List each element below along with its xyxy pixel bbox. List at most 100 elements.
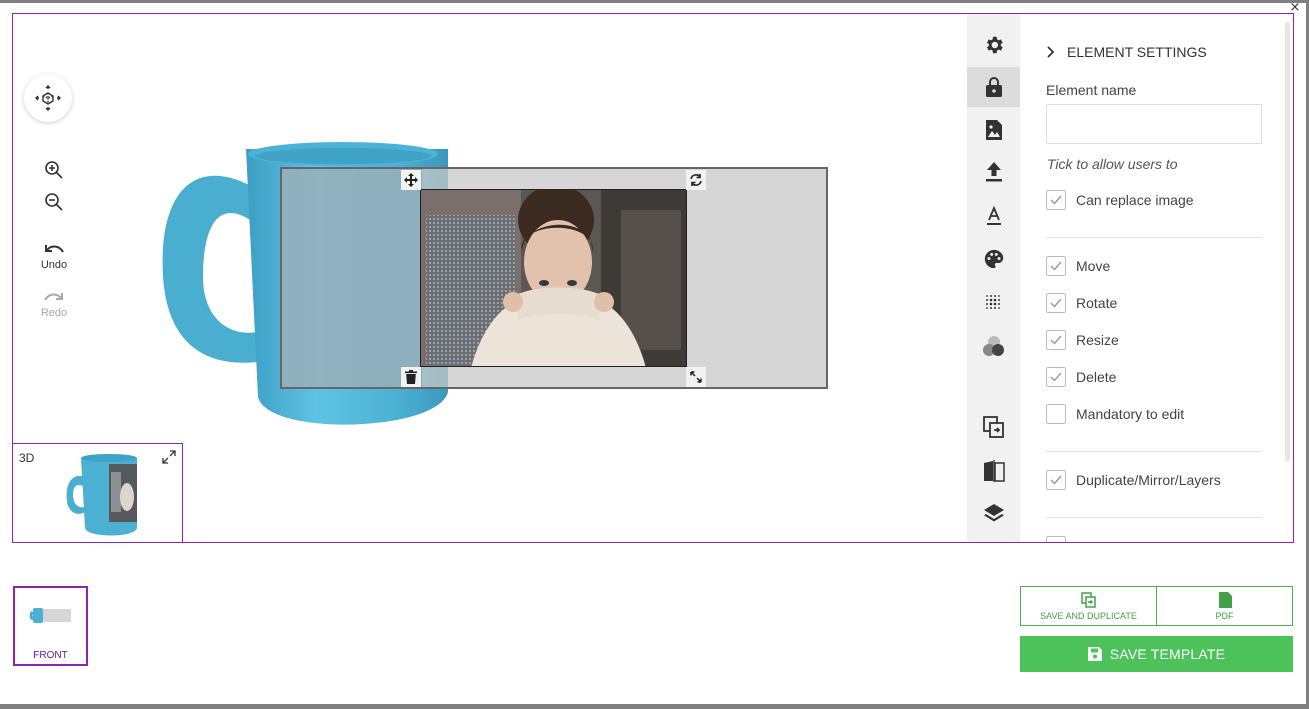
move-checkbox[interactable] — [1046, 256, 1066, 276]
element-settings-header[interactable]: ELEMENT SETTINGS — [1046, 44, 1207, 60]
layers-icon — [983, 504, 1004, 522]
zoom-out-icon — [45, 193, 63, 211]
delete-option[interactable]: Delete — [1046, 367, 1116, 387]
pdf-file-icon — [1218, 591, 1232, 608]
trash-icon — [405, 370, 417, 384]
rotate-handle[interactable] — [686, 170, 706, 190]
delete-handle[interactable] — [401, 367, 421, 387]
tab-image[interactable] — [967, 110, 1020, 150]
redo-icon — [44, 293, 63, 301]
check-icon — [1050, 335, 1062, 345]
rotate-label: Rotate — [1076, 295, 1118, 311]
duplicate-mirror-layers-checkbox[interactable] — [1046, 470, 1066, 490]
delete-label: Delete — [1076, 369, 1117, 385]
halftone-icon — [985, 295, 1000, 309]
resize-option[interactable]: Resize — [1046, 330, 1119, 350]
rotate-icon — [690, 174, 702, 186]
duplicate-mirror-layers-option[interactable]: Duplicate/Mirror/Layers — [1046, 470, 1221, 490]
move-option[interactable]: Move — [1046, 256, 1110, 276]
placed-photo[interactable] — [420, 189, 687, 367]
element-name-input[interactable] — [1046, 104, 1262, 144]
check-icon — [1050, 475, 1062, 485]
resize-checkbox[interactable] — [1046, 330, 1066, 350]
save-and-duplicate-button[interactable]: SAVE AND DUPLICATE — [1020, 586, 1157, 626]
save-template-button[interactable]: SAVE TEMPLATE — [1020, 636, 1293, 672]
tab-permissions[interactable] — [967, 67, 1020, 107]
palette-icon — [984, 249, 1003, 269]
mandatory-to-edit-label: Mandatory to edit — [1076, 406, 1185, 422]
tab-text-color[interactable] — [967, 196, 1020, 236]
3d-preview-panel[interactable]: 3D — [13, 443, 183, 542]
undo-label: Undo — [40, 259, 68, 271]
divider — [1046, 451, 1262, 452]
chevron-right-icon — [1047, 46, 1055, 58]
mandatory-to-edit-option[interactable]: Mandatory to edit — [1046, 404, 1184, 424]
page-thumbnail-front[interactable]: FRONT — [13, 586, 88, 666]
resize-label: Resize — [1076, 332, 1119, 348]
can-replace-image-label: Can replace image — [1076, 192, 1194, 208]
resize-icon — [690, 371, 702, 383]
tab-duplicate[interactable] — [967, 407, 1020, 447]
rotate-checkbox[interactable] — [1046, 293, 1066, 313]
tab-halftone[interactable] — [967, 283, 1020, 323]
mandatory-to-edit-checkbox[interactable] — [1046, 404, 1066, 424]
tab-mirror[interactable] — [967, 451, 1020, 491]
settings-scrollbar[interactable] — [1285, 22, 1290, 462]
save-and-duplicate-label: SAVE AND DUPLICATE — [1040, 610, 1137, 621]
mirror-icon — [983, 460, 1005, 482]
designer-modal: × Undo Redo 3D ELEMENT SETTINGS Element … — [0, 1, 1306, 704]
duplicate-icon — [982, 416, 1004, 438]
color-circles-icon — [982, 336, 1004, 356]
3d-view-button[interactable] — [24, 74, 72, 122]
tab-general-settings[interactable] — [967, 25, 1020, 65]
gear-icon — [986, 36, 1003, 54]
tab-palette[interactable] — [967, 239, 1020, 279]
rotate-option[interactable]: Rotate — [1046, 293, 1117, 313]
partial-option[interactable] — [1046, 536, 1076, 542]
settings-tab-bar — [967, 14, 1020, 542]
3d-mug-preview-image — [66, 454, 137, 536]
zoom-out-button[interactable] — [42, 192, 66, 212]
floppy-disk-icon — [1087, 647, 1102, 661]
tab-color-filters[interactable] — [967, 326, 1020, 366]
front-page-preview — [29, 608, 71, 623]
redo-label: Redo — [40, 307, 68, 319]
print-area-shading — [282, 169, 422, 387]
tab-layers[interactable] — [967, 494, 1020, 534]
lock-icon — [985, 77, 1002, 97]
check-icon — [1050, 195, 1062, 205]
undo-button[interactable]: Undo — [37, 242, 71, 271]
check-icon — [1050, 298, 1062, 308]
delete-checkbox[interactable] — [1046, 367, 1066, 387]
save-template-label: SAVE TEMPLATE — [1109, 646, 1226, 662]
zoom-in-button[interactable] — [42, 160, 66, 180]
pdf-button[interactable]: PDF — [1156, 586, 1293, 626]
permissions-hint: Tick to allow users to — [1047, 156, 1178, 172]
cube-rotate-icon — [35, 85, 61, 111]
designer-frame: Undo Redo 3D ELEMENT SETTINGS Element na… — [12, 13, 1294, 543]
expand-icon[interactable] — [162, 450, 176, 464]
duplicate-icon — [1080, 591, 1096, 608]
image-icon — [985, 120, 1002, 140]
move-icon — [404, 173, 418, 187]
design-canvas[interactable]: Undo Redo 3D — [13, 14, 967, 542]
zoom-in-icon — [45, 161, 63, 179]
can-replace-image-checkbox[interactable] — [1046, 190, 1066, 210]
element-settings-panel: ELEMENT SETTINGS Element name Tick to al… — [1020, 14, 1293, 542]
text-color-icon — [986, 206, 1001, 225]
divider — [1046, 517, 1262, 518]
duplicate-mirror-layers-label: Duplicate/Mirror/Layers — [1076, 472, 1221, 488]
move-handle[interactable] — [401, 170, 421, 190]
move-label: Move — [1076, 258, 1111, 274]
partial-checkbox[interactable] — [1046, 536, 1066, 542]
element-name-label: Element name — [1046, 82, 1137, 98]
resize-handle[interactable] — [686, 367, 706, 387]
tab-upload[interactable] — [967, 152, 1020, 192]
redo-button[interactable]: Redo — [37, 290, 71, 319]
undo-icon — [45, 245, 64, 253]
page-label-front: FRONT — [33, 650, 68, 661]
check-icon — [1050, 261, 1062, 271]
check-icon — [1050, 372, 1062, 382]
element-settings-title: ELEMENT SETTINGS — [1067, 44, 1207, 60]
can-replace-image-option[interactable]: Can replace image — [1046, 190, 1194, 210]
